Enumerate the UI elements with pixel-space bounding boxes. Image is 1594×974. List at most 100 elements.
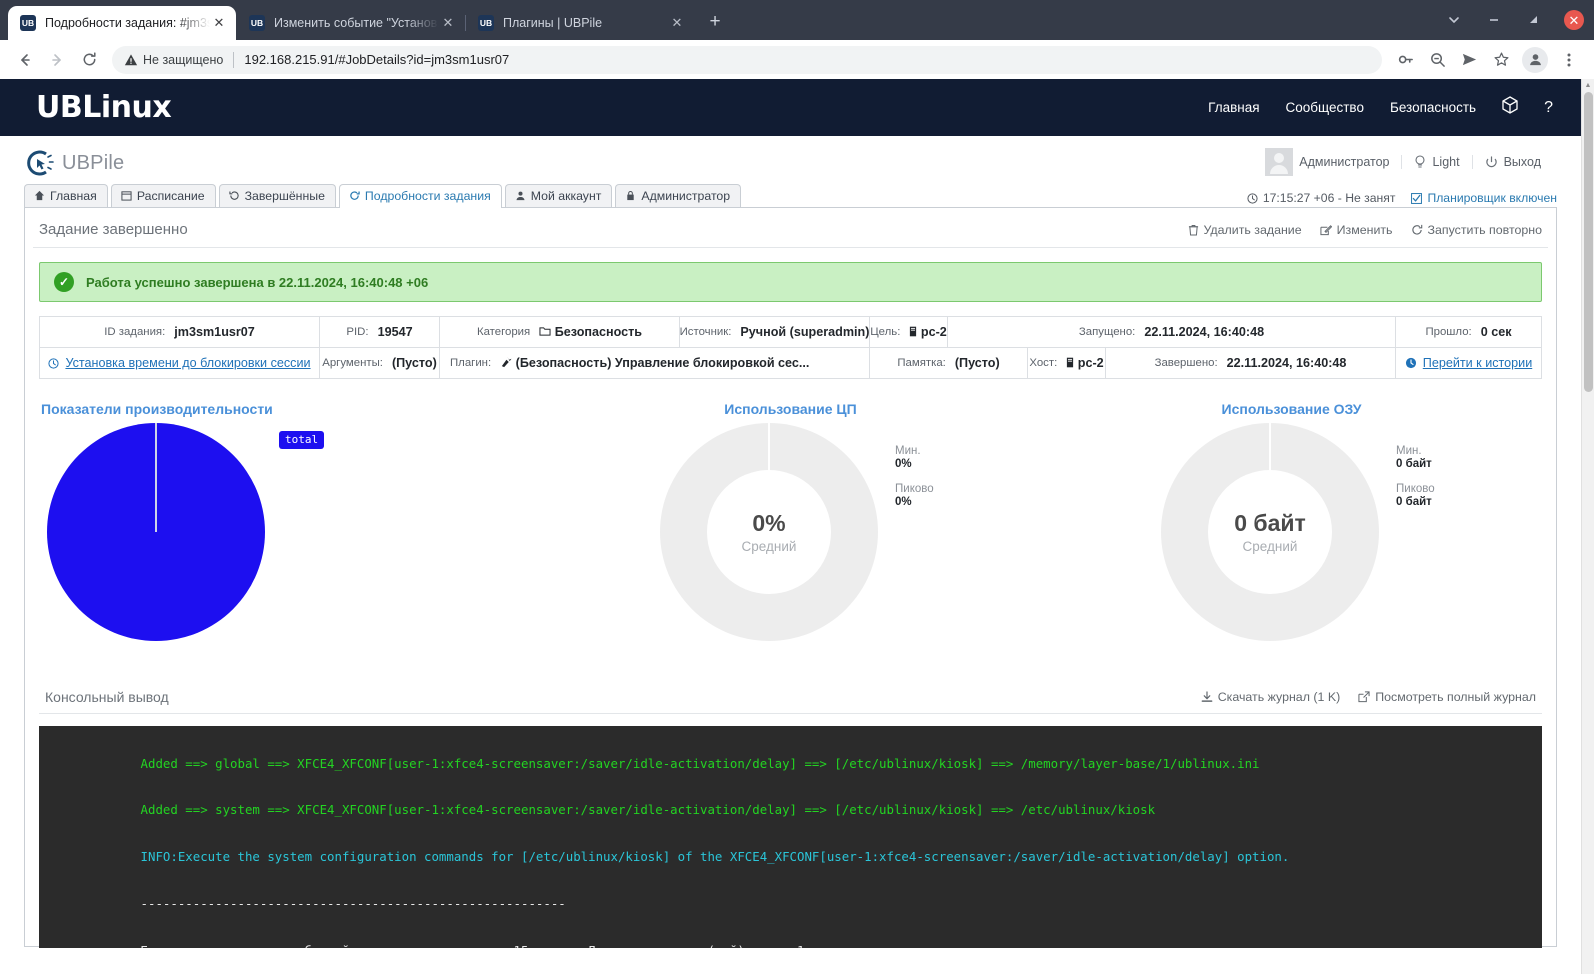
info-key: Прошло: bbox=[1425, 326, 1472, 338]
browser-tab-2[interactable]: UB Плагины | UBPile ✕ bbox=[466, 6, 694, 40]
rerun-job-button[interactable]: Запустить повторно bbox=[1411, 223, 1542, 237]
panel-actions: Удалить задание Изменить Запустить повто… bbox=[1188, 223, 1542, 237]
reload-icon[interactable] bbox=[74, 45, 104, 75]
info-value: Ручной (superadmin) bbox=[740, 325, 870, 339]
tab-close-icon[interactable]: ✕ bbox=[668, 15, 686, 31]
key-icon[interactable] bbox=[1390, 45, 1420, 75]
server-icon bbox=[1067, 357, 1074, 368]
delete-job-button[interactable]: Удалить задание bbox=[1188, 223, 1302, 237]
topbar-nav: Главная Сообщество Безопасность ? bbox=[1208, 96, 1553, 119]
info-value: 22.11.2024, 16:40:48 bbox=[1226, 356, 1347, 370]
browser-tab-0[interactable]: UB Подробности задания: #jm3sm... ✕ bbox=[8, 6, 236, 40]
theme-toggle[interactable]: Light bbox=[1401, 155, 1471, 169]
brand-ub: UB bbox=[36, 90, 83, 125]
console-output[interactable]: Added ==> global ==> XFCE4_XFCONF[user-1… bbox=[39, 726, 1542, 948]
info-cell-args: Аргументы: (Пусто) bbox=[320, 348, 440, 378]
info-value-text: pc-2 bbox=[920, 325, 947, 339]
edit-job-button[interactable]: Изменить bbox=[1320, 223, 1393, 237]
help-icon[interactable]: ? bbox=[1544, 99, 1553, 117]
topbar-nav-community[interactable]: Сообщество bbox=[1286, 100, 1364, 115]
box-icon[interactable] bbox=[1502, 96, 1518, 119]
ubpile-logo[interactable]: UBPile bbox=[24, 148, 124, 178]
stat-label: Пиково bbox=[895, 483, 934, 495]
donut-center: 0 байт Средний bbox=[1161, 423, 1379, 641]
scheduler-status: 17:15:27 +06 - Не занят Планировщик вклю… bbox=[1247, 191, 1557, 208]
download-log-button[interactable]: Скачать журнал (1 K) bbox=[1201, 690, 1341, 704]
event-link[interactable]: Установка времени до блокировки сессии bbox=[65, 356, 310, 370]
page-scrollbar[interactable]: ▲ bbox=[1581, 79, 1594, 974]
forward-icon[interactable] bbox=[42, 45, 72, 75]
logout-button[interactable]: Выход bbox=[1471, 155, 1553, 169]
tab-my-account[interactable]: Мой аккаунт bbox=[504, 183, 613, 208]
account-bar: Администратор Light Выход bbox=[1253, 148, 1553, 176]
clock-status-label: 17:15:27 +06 - Не занят bbox=[1262, 191, 1396, 205]
send-icon[interactable] bbox=[1454, 45, 1484, 75]
home-icon bbox=[34, 191, 45, 201]
minimize-icon[interactable] bbox=[1474, 0, 1514, 40]
tab-favicon: UB bbox=[249, 15, 265, 31]
browser-tab-1[interactable]: UB Изменить событие "Установ... ✕ bbox=[237, 6, 466, 40]
zoom-out-icon[interactable] bbox=[1422, 45, 1452, 75]
info-cell-note: Памятка: (Пусто) bbox=[870, 348, 1028, 378]
info-cell-history-link[interactable]: Перейти к истории bbox=[1396, 348, 1541, 378]
info-value-text: Безопасность bbox=[554, 325, 643, 339]
console-line: Added ==> system ==> XFCE4_XFCONF[user-1… bbox=[140, 802, 1156, 818]
back-icon[interactable] bbox=[10, 45, 40, 75]
tab-home[interactable]: Главная bbox=[24, 183, 108, 208]
ubpile-app: UBPile Администратор Light Выход Главная… bbox=[0, 136, 1581, 948]
maximize-icon[interactable] bbox=[1514, 0, 1554, 40]
scrollbar-thumb[interactable] bbox=[1584, 92, 1593, 392]
ublinux-logo[interactable]: UBLinux bbox=[36, 90, 172, 125]
donut-ram: 0 байт Средний bbox=[1161, 423, 1379, 641]
tab-job-details[interactable]: Подробности задания bbox=[338, 183, 502, 208]
history-link[interactable]: Перейти к истории bbox=[1423, 356, 1532, 370]
view-full-log-button[interactable]: Посмотреть полный журнал bbox=[1358, 690, 1536, 704]
tab-close-icon[interactable]: ✕ bbox=[210, 15, 228, 31]
ubpile-logo-text: UBPile bbox=[62, 151, 125, 174]
stat-label: Мин. bbox=[895, 445, 921, 457]
trash-icon bbox=[1188, 224, 1198, 236]
info-key: PID: bbox=[346, 326, 369, 338]
star-icon[interactable] bbox=[1486, 45, 1516, 75]
info-value: 19547 bbox=[377, 325, 413, 339]
tab-completed[interactable]: Завершённые bbox=[218, 183, 336, 208]
info-cell-event-link[interactable]: Установка времени до блокировки сессии bbox=[40, 348, 320, 378]
stat-value: 0 байт bbox=[1396, 496, 1432, 508]
tab-close-icon[interactable]: ✕ bbox=[439, 15, 457, 31]
topbar-nav-home[interactable]: Главная bbox=[1208, 100, 1259, 115]
scheduler-toggle[interactable]: Планировщик включен bbox=[1411, 191, 1557, 205]
brand-linux: Linux bbox=[82, 90, 172, 125]
close-window-button[interactable]: ✕ bbox=[1554, 0, 1594, 40]
security-indicator[interactable]: Не защищено bbox=[124, 53, 223, 67]
omnibox-divider bbox=[233, 51, 235, 68]
pie-slice-total bbox=[47, 423, 265, 641]
console-line: Блокировка сессии при бездействии устано… bbox=[141, 943, 805, 948]
info-cell-finished: Завершено: 22.11.2024, 16:40:48 bbox=[1106, 348, 1396, 378]
window-controls: ✕ bbox=[1434, 0, 1594, 40]
action-label: Изменить bbox=[1336, 222, 1393, 237]
clock-icon bbox=[48, 357, 60, 369]
alert-text: Работа успешно завершена в 22.11.2024, 1… bbox=[86, 274, 429, 290]
profile-icon[interactable] bbox=[1522, 46, 1548, 73]
info-value: pc-2 bbox=[909, 325, 947, 339]
action-label: Скачать журнал (1 K) bbox=[1217, 690, 1341, 704]
account-label: Администратор bbox=[1299, 155, 1390, 169]
menu-icon[interactable] bbox=[1554, 45, 1584, 75]
topbar-nav-security[interactable]: Безопасность bbox=[1390, 100, 1476, 115]
info-value: Безопасность bbox=[539, 325, 642, 339]
account-user[interactable]: Администратор bbox=[1253, 148, 1401, 176]
scroll-up-arrow[interactable]: ▲ bbox=[1582, 79, 1594, 92]
console-line: ----------------------------------------… bbox=[140, 895, 566, 911]
tab-administrator[interactable]: Администратор bbox=[615, 183, 742, 208]
chevron-down-icon[interactable] bbox=[1434, 0, 1474, 40]
page-title: Задание завершенно bbox=[39, 221, 188, 238]
new-tab-button[interactable]: + bbox=[701, 9, 729, 37]
tab-schedule[interactable]: Расписание bbox=[110, 183, 216, 208]
address-bar[interactable]: Не защищено 192.168.215.91/#JobDetails?i… bbox=[112, 45, 1382, 74]
checkbox-icon bbox=[1411, 192, 1423, 204]
toolbar-right-icons bbox=[1390, 45, 1584, 75]
info-key: Хост: bbox=[1029, 357, 1058, 369]
donut-sublabel: Средний bbox=[741, 539, 797, 554]
tab-favicon: UB bbox=[478, 15, 494, 31]
security-label: Не защищено bbox=[143, 52, 224, 67]
